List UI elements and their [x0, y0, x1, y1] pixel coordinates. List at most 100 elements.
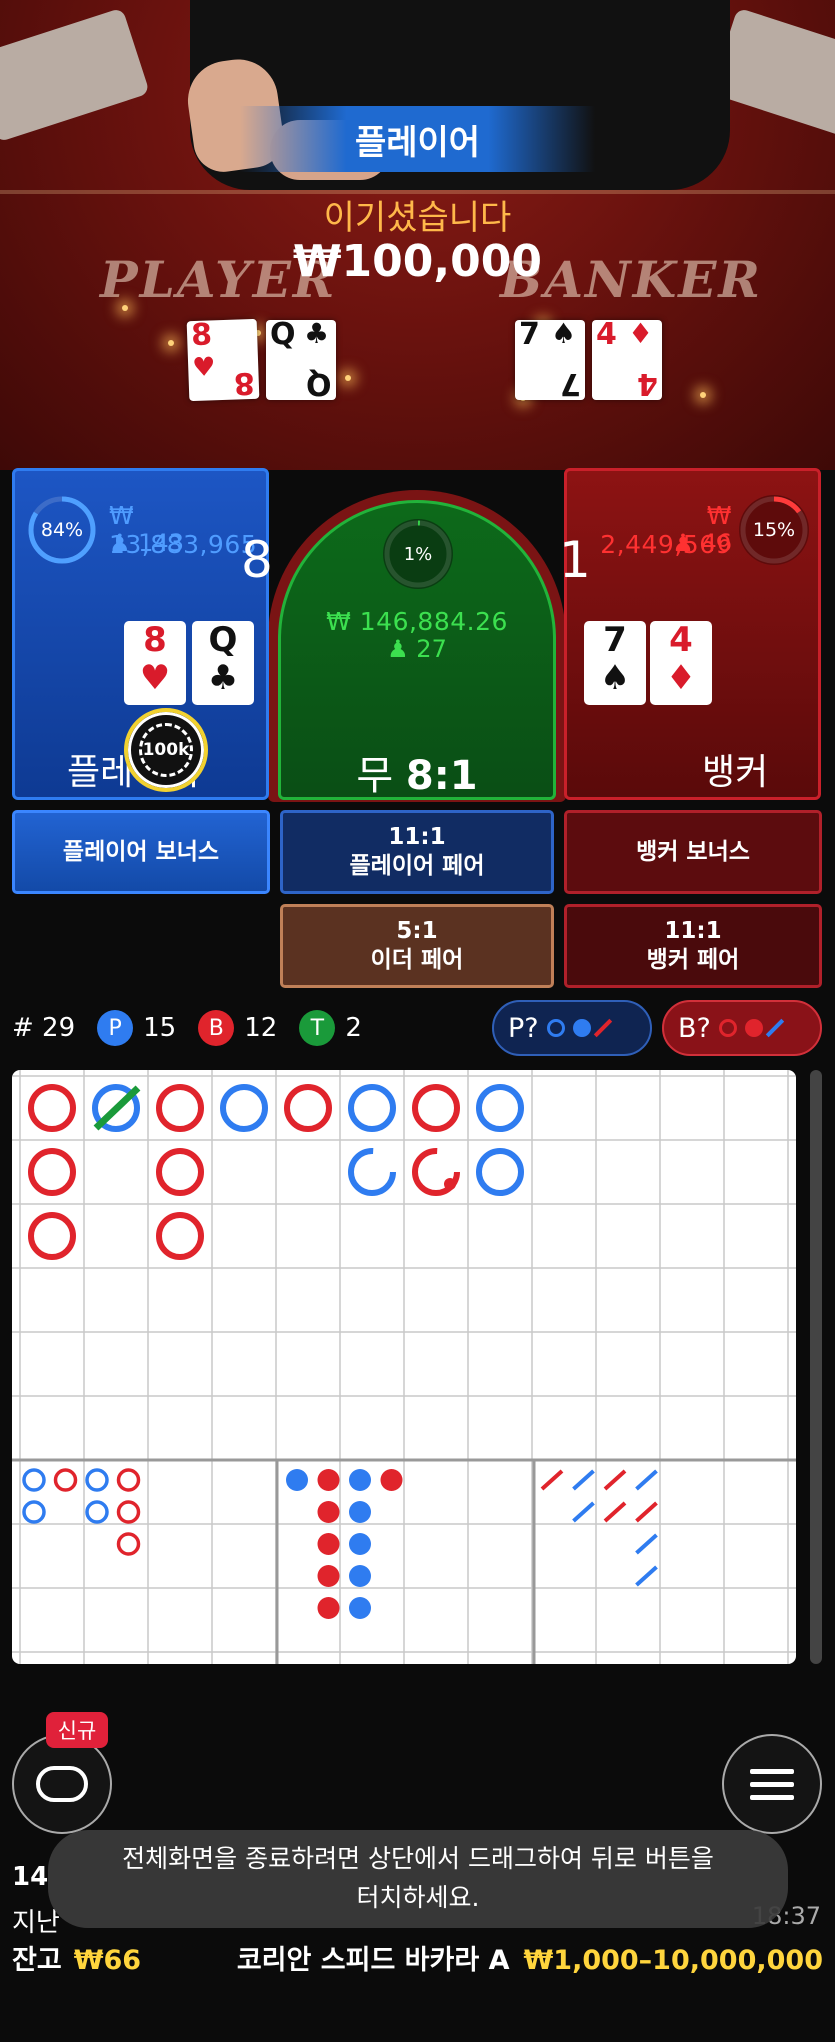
bead-road-mark	[220, 1084, 268, 1132]
new-badge: 신규	[46, 1712, 108, 1748]
player-bettors-count: 143	[138, 529, 184, 557]
baccarat-game-screen: PLAYER BANKER 88 ♥ QQ ♣ 77 ♠ 44 ♦ 플레이어 이…	[0, 0, 835, 2042]
ask-banker-button[interactable]: B?	[662, 1000, 822, 1056]
balance-bar: 잔고 ₩66 코리안 스피드 바카라 A ₩1,000–10,000,000	[12, 1938, 823, 1977]
big-eye-road-mark	[85, 1468, 109, 1492]
chip-value: 100k	[142, 740, 190, 760]
table-chair-left	[0, 7, 150, 143]
bead-road-mark	[476, 1148, 524, 1196]
tie-bettors-count: 27	[416, 635, 447, 663]
big-eye-road-mark	[116, 1532, 141, 1556]
cockroach-road-mark	[603, 1501, 627, 1523]
chip-icon[interactable]: 100k	[124, 708, 208, 792]
cockroach-road-mark	[635, 1565, 658, 1587]
bet-player-bonus[interactable]: 플레이어 보너스	[12, 810, 270, 894]
video-banker-card-1: 77 ♠	[515, 320, 585, 401]
banker-percent-ring: 15%	[739, 495, 809, 565]
bead-road-mark	[476, 1084, 524, 1132]
ask-player-button[interactable]: P?	[492, 1000, 652, 1056]
dot-icon	[744, 1019, 763, 1037]
small-road-mark	[349, 1501, 371, 1523]
ring-icon	[718, 1019, 737, 1037]
video-player-card-1: 88 ♥	[186, 317, 260, 402]
banker-card-2: 4 ♦	[650, 621, 712, 705]
cockroach-road-mark	[540, 1469, 564, 1491]
player-percent-ring: 84%	[27, 495, 97, 565]
small-road-mark	[317, 1501, 340, 1523]
roadmap-board[interactable]	[12, 1070, 796, 1664]
bead-road-mark	[284, 1084, 332, 1132]
bead-road-mark	[348, 1148, 396, 1196]
bead-road-mark	[156, 1212, 204, 1260]
live-video-feed: PLAYER BANKER 88 ♥ QQ ♣ 77 ♠ 44 ♦ 플레이어 이…	[0, 0, 835, 470]
bead-road-mark	[412, 1084, 460, 1132]
table-name: 코리안 스피드 바카라 A	[236, 1945, 510, 1976]
roadmap-grid	[12, 1070, 796, 1664]
cockroach-road-mark	[635, 1469, 658, 1491]
small-road-mark	[317, 1533, 340, 1555]
bet-player-pair[interactable]: 11:1 플레이어 페어	[280, 810, 554, 894]
tie-percent-ring: 1%	[383, 519, 453, 589]
big-eye-road-mark	[85, 1500, 109, 1524]
chat-button[interactable]	[12, 1734, 112, 1834]
tie-bettors-icon: ♟	[387, 635, 409, 663]
bet-banker-pair[interactable]: 11:1 뱅커 페어	[564, 904, 822, 988]
player-score: 8	[241, 531, 273, 589]
bet-spot-banker[interactable]: 15% ₩ 2,449,569 ♟ 46 1 7 ♠ 4 ♦ 뱅커	[559, 468, 821, 800]
banker-bettors-icon: ♟	[672, 529, 694, 557]
player-wins-count: 15	[143, 1013, 177, 1043]
bet-limits: ₩1,000–10,000,000	[523, 1945, 824, 1976]
bead-road-mark	[28, 1148, 76, 1196]
shoe-statistics: # 29 P 15 B 12 T 2	[12, 1008, 362, 1048]
bead-road-mark	[156, 1148, 204, 1196]
player-card-1: 8 ♥	[124, 621, 186, 705]
big-eye-road-mark	[22, 1500, 46, 1524]
banker-card-1: 7 ♠	[584, 621, 646, 705]
banker-label: 뱅커	[702, 752, 769, 793]
info-line-1: 14	[12, 1862, 49, 1892]
bet-either-pair[interactable]: 5:1 이더 페어	[280, 904, 554, 988]
win-message: 이기셨습니다	[323, 198, 512, 238]
tie-wins-count: 2	[345, 1013, 362, 1043]
big-eye-road-mark	[22, 1468, 46, 1492]
tie-payout: 8:1	[405, 753, 478, 799]
slash-icon	[765, 1018, 785, 1038]
menu-button[interactable]	[722, 1734, 822, 1834]
round-count: # 29	[12, 1013, 76, 1043]
bet-banker-bonus[interactable]: 뱅커 보너스	[564, 810, 822, 894]
cockroach-road-mark	[572, 1501, 595, 1523]
video-banker-card-2: 44 ♦	[592, 320, 662, 401]
roadmap-scrollbar[interactable]	[810, 1070, 822, 1664]
cockroach-road-mark	[572, 1469, 595, 1491]
banker-bettors-count: 46	[701, 529, 732, 557]
small-road-mark	[349, 1565, 371, 1587]
bet-spot-tie[interactable]: 1% ₩ 146,884.26 ♟ 27 무 8:1	[278, 500, 556, 800]
banker-wins-badge: B	[198, 1010, 235, 1046]
player-bettors-icon: ♟	[109, 529, 131, 557]
big-eye-road-mark	[53, 1468, 78, 1492]
tie-label: 무	[356, 753, 394, 799]
player-card-2: Q ♣	[192, 621, 254, 705]
small-road-mark	[349, 1597, 371, 1619]
small-road-mark	[349, 1533, 371, 1555]
chat-icon	[36, 1766, 88, 1802]
small-road-mark	[317, 1597, 340, 1619]
bead-road-mark	[156, 1084, 204, 1132]
cockroach-road-mark	[603, 1469, 627, 1491]
balance-label: 잔고	[12, 1945, 62, 1976]
small-road-mark	[380, 1469, 403, 1491]
ring-icon	[546, 1019, 565, 1037]
big-eye-road-mark	[116, 1500, 141, 1524]
bead-road-mark	[28, 1212, 76, 1260]
banker-score: 1	[559, 531, 591, 589]
big-eye-road-mark	[116, 1468, 141, 1492]
menu-icon	[750, 1768, 794, 1774]
dot-icon	[572, 1019, 591, 1037]
player-wins-badge: P	[97, 1010, 134, 1046]
balance-value: ₩66	[73, 1945, 142, 1976]
cockroach-road-mark	[635, 1501, 658, 1523]
small-road-mark	[317, 1469, 340, 1491]
slash-icon	[593, 1018, 612, 1038]
video-player-card-2: QQ ♣	[266, 320, 336, 401]
cockroach-road-mark	[635, 1533, 658, 1555]
